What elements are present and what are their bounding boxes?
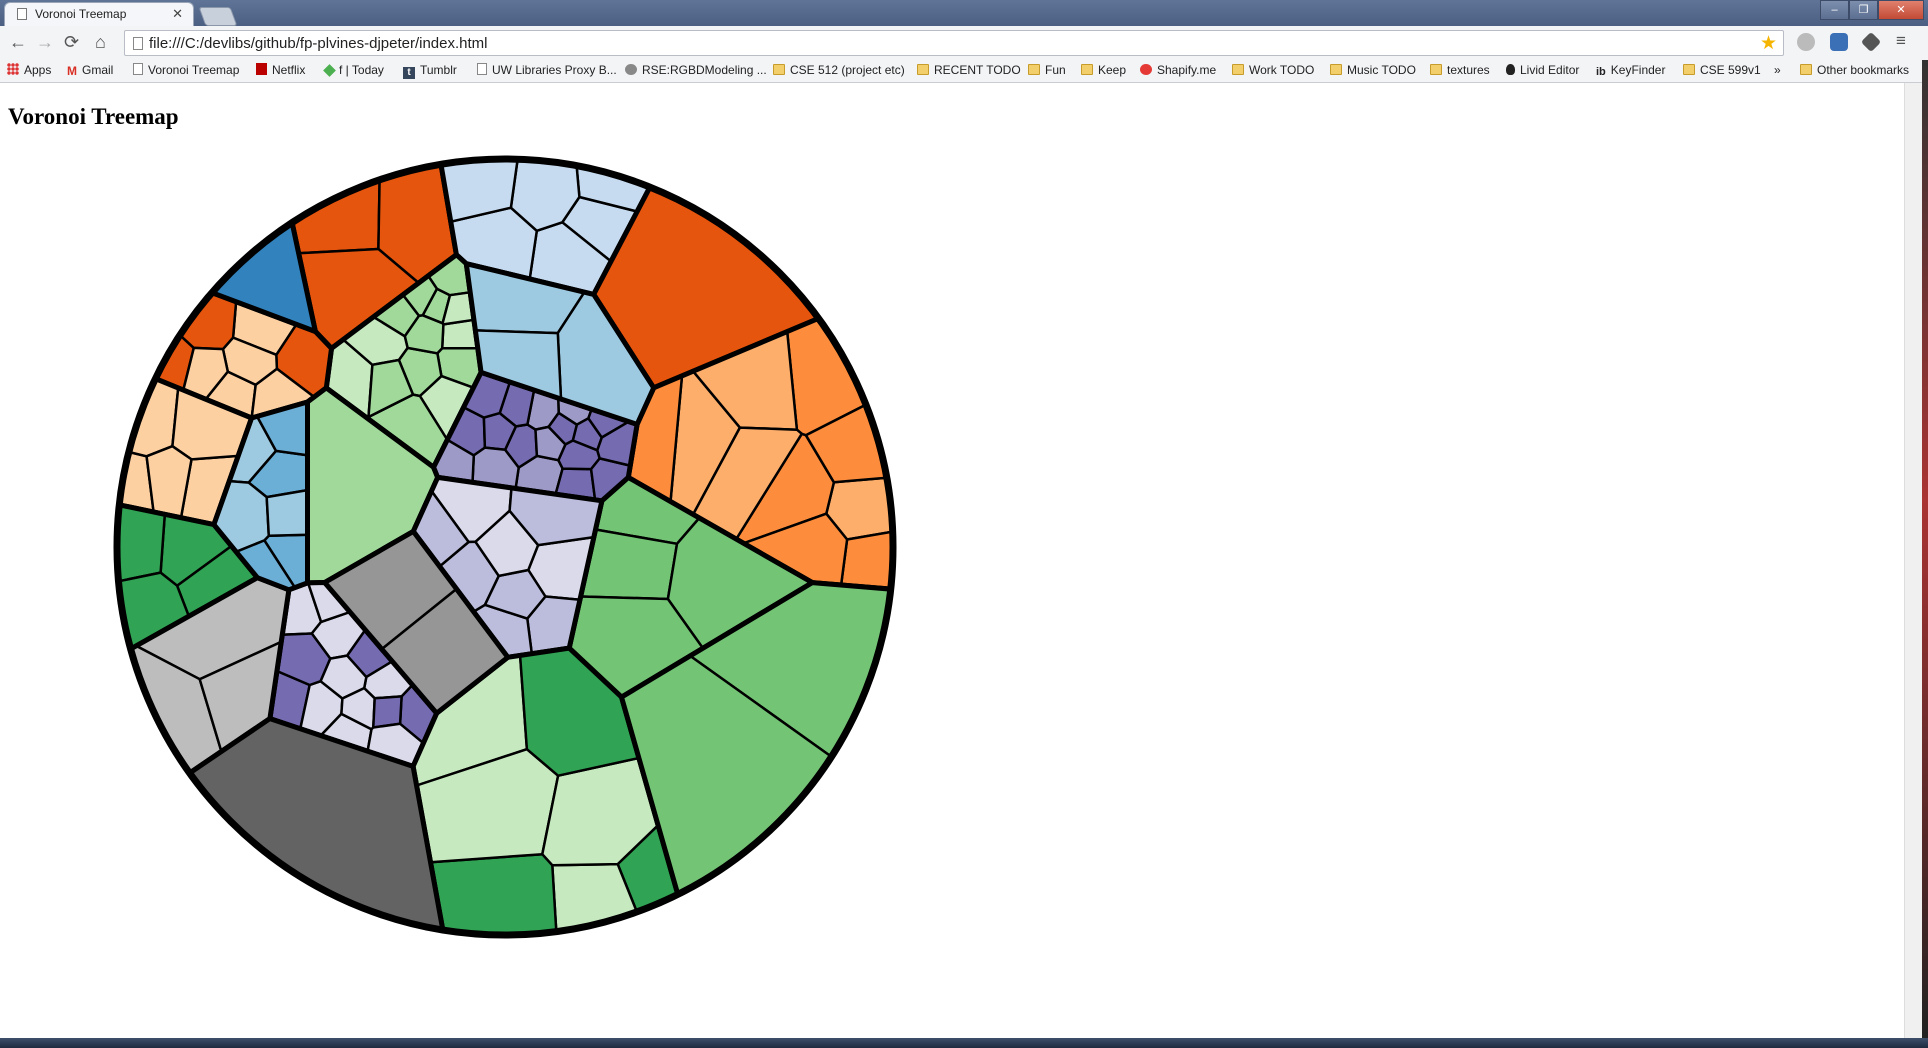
rse-icon <box>625 64 637 75</box>
home-icon[interactable]: ⌂ <box>95 32 106 53</box>
tumblr-icon: t <box>403 67 415 79</box>
bookmark-label: CSE 512 (project etc) <box>790 63 905 77</box>
reload-icon[interactable]: ⟳ <box>64 32 79 53</box>
gmail-icon: M <box>67 64 77 78</box>
folder-icon <box>1800 64 1812 75</box>
bookmarks-bar: Apps M Gmail Voronoi Treemap Netflix f | … <box>0 60 1928 83</box>
bookmark-feedly[interactable]: f | Today <box>323 63 384 77</box>
bookmark-label: Voronoi Treemap <box>148 63 240 77</box>
bookmark-label: Work TODO <box>1249 63 1315 77</box>
forward-arrow-icon[interactable]: → <box>36 32 54 53</box>
folder-icon <box>1232 64 1244 75</box>
bookmark-livid-editor[interactable]: Livid Editor <box>1506 63 1579 77</box>
background-window-strip <box>1922 60 1928 1038</box>
folder-icon <box>1081 64 1093 75</box>
netflix-icon <box>256 63 267 75</box>
bookmark-label: Tumblr <box>420 63 457 77</box>
menu-icon[interactable]: ≡ <box>1896 31 1906 51</box>
bookmark-label: Shapify.me <box>1157 63 1217 77</box>
bookmarks-overflow-button[interactable]: » <box>1774 63 1781 77</box>
bookmark-folder-textures[interactable]: textures <box>1430 63 1490 77</box>
extension-icon[interactable] <box>1830 33 1848 51</box>
bookmark-label: CSE 599v1 <box>1700 63 1761 77</box>
folder-icon <box>773 64 785 75</box>
treemap-cell[interactable] <box>372 695 403 729</box>
back-arrow-icon[interactable]: ← <box>9 32 27 53</box>
bookmark-apps[interactable]: Apps <box>7 63 51 77</box>
os-taskbar <box>0 1038 1928 1048</box>
bookmark-folder-music-todo[interactable]: Music TODO <box>1330 63 1416 77</box>
bookmark-label: Apps <box>24 63 52 77</box>
bookmark-label: f | Today <box>339 63 384 77</box>
bookmark-other-bookmarks[interactable]: Other bookmarks <box>1800 63 1909 77</box>
treemap-cell[interactable] <box>115 503 167 583</box>
folder-icon <box>1330 64 1342 75</box>
bookmark-keyfinder[interactable]: ib KeyFinder <box>1596 63 1665 78</box>
page-scrollbar[interactable] <box>1904 83 1923 1038</box>
bookmark-tumblr[interactable]: t Tumblr <box>403 63 457 79</box>
bookmark-label: KeyFinder <box>1610 63 1666 77</box>
bookmark-folder-keep[interactable]: Keep <box>1081 63 1126 77</box>
shapify-icon <box>1140 64 1152 75</box>
browser-title-bar: Voronoi Treemap ✕ – ❐ ✕ <box>0 0 1928 26</box>
bookmark-label: Music TODO <box>1347 63 1416 77</box>
page-title: Voronoi Treemap <box>8 104 179 129</box>
bookmark-folder-fun[interactable]: Fun <box>1028 63 1066 77</box>
voronoi-treemap <box>113 155 897 939</box>
bookmark-label: Other bookmarks <box>1817 63 1910 77</box>
extension-icon[interactable] <box>1860 31 1882 53</box>
bookmark-voronoi-treemap[interactable]: Voronoi Treemap <box>133 63 239 77</box>
tab-title: Voronoi Treemap <box>35 7 127 21</box>
folder-icon <box>917 64 929 75</box>
folder-icon <box>1028 64 1040 75</box>
page-icon <box>477 63 487 75</box>
bookmark-label: UW Libraries Proxy B... <box>492 63 617 77</box>
bookmark-folder-recent-todo[interactable]: RECENT TODO <box>917 63 1021 77</box>
bookmark-folder-work-todo[interactable]: Work TODO <box>1232 63 1314 77</box>
bookmark-gmail[interactable]: M Gmail <box>67 63 113 78</box>
keyfinder-icon: ib <box>1596 66 1606 78</box>
bookmark-label: Gmail <box>82 63 114 77</box>
bookmark-label: Netflix <box>272 63 306 77</box>
livid-icon <box>1506 64 1515 75</box>
bookmark-label: textures <box>1447 63 1490 77</box>
close-tab-icon[interactable]: ✕ <box>172 6 183 22</box>
page-icon <box>17 8 27 20</box>
bookmark-label: Fun <box>1045 63 1066 77</box>
window-controls: – ❐ ✕ <box>1820 0 1924 20</box>
bookmark-label: Livid Editor <box>1520 63 1580 77</box>
folder-icon <box>1683 64 1695 75</box>
new-tab-button[interactable] <box>198 7 238 26</box>
extension-icon[interactable] <box>1797 33 1815 51</box>
bookmark-uw-libraries[interactable]: UW Libraries Proxy B... <box>477 63 617 77</box>
page-icon <box>133 63 143 75</box>
folder-icon <box>1430 64 1442 75</box>
bookmark-rse[interactable]: RSE:RGBDModeling ... <box>625 63 767 77</box>
treemap-cell[interactable] <box>265 488 309 538</box>
bookmark-label: Keep <box>1098 63 1127 77</box>
maximize-button[interactable]: ❐ <box>1849 0 1878 20</box>
apps-icon <box>7 63 19 75</box>
bookmark-label: RSE:RGBDModeling ... <box>642 63 767 77</box>
bookmark-netflix[interactable]: Netflix <box>256 63 305 77</box>
treemap-cell[interactable] <box>839 530 895 591</box>
feedly-icon <box>323 64 336 77</box>
minimize-button[interactable]: – <box>1820 0 1849 20</box>
bookmark-folder-cse512[interactable]: CSE 512 (project etc) <box>773 63 905 77</box>
close-window-button[interactable]: ✕ <box>1878 0 1924 20</box>
browser-toolbar: ← → ⟳ ⌂ file:///C:/devlibs/github/fp-plv… <box>0 26 1928 61</box>
address-bar[interactable]: file:///C:/devlibs/github/fp-plvines-djp… <box>124 30 1784 56</box>
bookmark-folder-cse599[interactable]: CSE 599v1 <box>1683 63 1761 77</box>
bookmark-label: RECENT TODO <box>934 63 1021 77</box>
browser-tab[interactable]: Voronoi Treemap ✕ <box>4 2 194 26</box>
bookmark-star-icon[interactable]: ★ <box>1760 32 1777 55</box>
bookmark-shapify[interactable]: Shapify.me <box>1140 63 1216 77</box>
url-text[interactable]: file:///C:/devlibs/github/fp-plvines-djp… <box>149 35 488 52</box>
treemap-cell[interactable] <box>429 852 558 937</box>
page-icon <box>133 37 143 50</box>
